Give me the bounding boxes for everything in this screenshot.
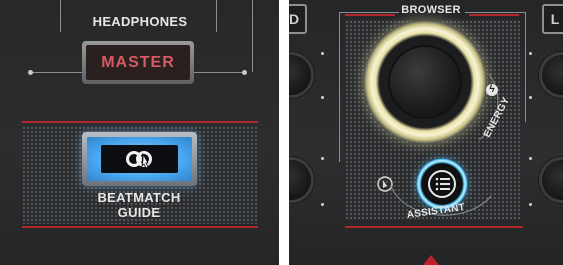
left-knob-bottom[interactable] — [289, 160, 311, 200]
red-separator — [345, 226, 523, 228]
red-separator — [22, 121, 258, 123]
right-controller-panel: D L BROWSER ϟ ENERGY ASSISTANT — [289, 0, 563, 265]
beatmatch-label-line2: GUIDE — [117, 205, 161, 220]
knob-tick — [321, 52, 324, 55]
panel-divider-left — [60, 0, 61, 32]
up-arrow-icon — [423, 255, 439, 265]
guide-line — [252, 0, 253, 72]
guide-line — [194, 72, 244, 73]
knob-tick — [529, 157, 532, 160]
knob-tick — [529, 52, 532, 55]
right-knob-bottom[interactable] — [542, 160, 563, 200]
right-side-button[interactable]: L — [542, 4, 563, 34]
knob-tick — [529, 203, 532, 206]
panel-divider-right — [216, 0, 217, 32]
knob-tick — [321, 203, 324, 206]
left-controller-panel: HEADPHONES MASTER BEATMATCH GUIDE — [0, 0, 279, 265]
red-separator — [22, 226, 258, 228]
beatmatch-icon — [125, 151, 152, 169]
browser-knob[interactable] — [390, 47, 460, 117]
left-knob-top[interactable] — [289, 55, 311, 95]
beatmatch-label-line1: BEATMATCH — [97, 190, 181, 205]
left-side-button[interactable]: D — [289, 4, 307, 34]
energy-icon: ϟ — [486, 84, 498, 96]
beatmatch-guide-button[interactable] — [82, 132, 197, 186]
knob-tick — [321, 96, 324, 99]
left-side-button-letter: D — [289, 11, 300, 27]
knob-tick — [321, 157, 324, 160]
right-side-button-letter: L — [550, 11, 560, 27]
knob-tick — [529, 96, 532, 99]
browser-frame-line — [339, 12, 340, 162]
browser-label: BROWSER — [401, 4, 461, 16]
master-button[interactable]: MASTER — [82, 41, 194, 84]
guide-dot — [242, 70, 247, 75]
guide-dot — [28, 70, 33, 75]
right-knob-top[interactable] — [542, 55, 563, 95]
master-button-label: MASTER — [86, 45, 190, 80]
headphones-label: HEADPHONES — [92, 14, 188, 29]
guide-line — [30, 72, 82, 73]
browser-frame-line — [525, 12, 526, 122]
